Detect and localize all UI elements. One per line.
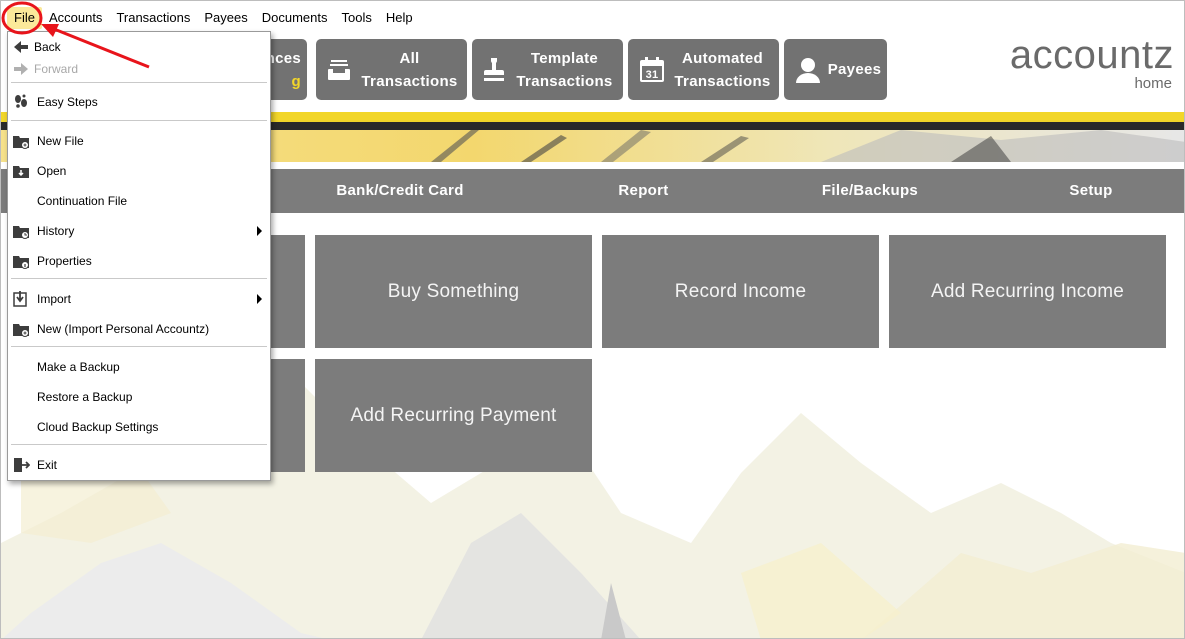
menu-tools[interactable]: Tools	[335, 7, 379, 29]
menu-separator	[11, 278, 267, 279]
menu-item-exit[interactable]: Exit	[8, 453, 270, 477]
arrow-right-icon	[14, 63, 28, 75]
stamp-icon	[484, 57, 504, 81]
menu-item-continuation-file[interactable]: Continuation File	[8, 189, 270, 213]
menu-separator	[11, 82, 267, 83]
import-icon	[13, 291, 27, 307]
menu-item-easy-steps-label: Easy Steps	[37, 95, 98, 109]
menu-item-properties-label: Properties	[37, 254, 92, 268]
arrow-left-icon	[14, 41, 28, 53]
nav-button-payees-label: Payees	[827, 61, 882, 78]
menu-item-make-backup[interactable]: Make a Backup	[8, 355, 270, 379]
menu-item-new-import-label: New (Import Personal Accountz)	[37, 322, 210, 336]
menu-separator	[11, 120, 267, 121]
menu-item-new-file[interactable]: New File	[8, 129, 270, 153]
menu-item-history[interactable]: History	[8, 219, 270, 243]
tab-bank-credit-card[interactable]: Bank/Credit Card	[301, 169, 499, 213]
folder-new-icon	[13, 136, 29, 149]
menu-item-make-backup-label: Make a Backup	[37, 360, 120, 374]
folder-history-icon	[13, 226, 29, 239]
menu-item-new-file-label: New File	[37, 134, 84, 148]
menu-payees[interactable]: Payees	[197, 7, 254, 29]
menu-item-forward[interactable]: Forward	[8, 57, 270, 81]
calendar-icon: 31	[640, 56, 664, 82]
menu-bar: File Accounts Transactions Payees Docume…	[1, 1, 1184, 35]
menu-separator	[11, 346, 267, 347]
folder-new-icon	[13, 324, 29, 337]
menu-item-history-label: History	[37, 224, 75, 238]
menu-item-new-import[interactable]: New (Import Personal Accountz)	[8, 317, 270, 341]
menu-transactions[interactable]: Transactions	[109, 7, 197, 29]
logo-subtitle: home	[1134, 75, 1172, 92]
menu-item-open[interactable]: Open	[8, 159, 270, 183]
menu-item-import[interactable]: Import	[8, 287, 270, 311]
submenu-arrow-icon	[257, 294, 262, 304]
nav-button-template-label-2: Transactions	[516, 72, 613, 90]
menu-item-open-label: Open	[37, 164, 67, 178]
menu-item-easy-steps[interactable]: Easy Steps	[8, 90, 270, 114]
nav-button-all-label-1: All	[399, 49, 420, 67]
tab-file-backups[interactable]: File/Backups	[791, 169, 949, 213]
tab-report[interactable]: Report	[561, 169, 726, 213]
exit-door-icon	[14, 458, 30, 472]
menu-item-restore-backup[interactable]: Restore a Backup	[8, 385, 270, 409]
menu-documents[interactable]: Documents	[255, 7, 335, 29]
menu-item-back-label: Back	[34, 40, 61, 54]
tab-setup[interactable]: Setup	[1041, 169, 1141, 213]
app-logo: accountz home	[1010, 35, 1174, 93]
folder-open-icon	[13, 166, 29, 178]
nav-button-all-transactions[interactable]: All Transactions	[316, 39, 467, 100]
inbox-tray-icon	[328, 59, 350, 80]
nav-button-all-label-2: Transactions	[361, 72, 458, 90]
nav-button-automated-label-1: Automated	[681, 49, 764, 67]
menu-item-forward-label: Forward	[34, 62, 79, 76]
nav-button-payees[interactable]: Payees	[784, 39, 887, 100]
file-menu-dropdown: Back Forward Easy Steps New File Open Co…	[7, 31, 271, 481]
menu-item-properties[interactable]: Properties	[8, 249, 270, 273]
tile-add-recurring-income[interactable]: Add Recurring Income	[889, 235, 1166, 348]
menu-item-import-label: Import	[37, 292, 72, 306]
tile-add-recurring-payment[interactable]: Add Recurring Payment	[315, 359, 592, 472]
menu-separator	[11, 444, 267, 445]
menu-accounts[interactable]: Accounts	[42, 7, 109, 29]
footsteps-icon	[15, 94, 27, 108]
submenu-arrow-icon	[257, 226, 262, 236]
app-window: File Accounts Transactions Payees Docume…	[0, 0, 1185, 639]
nav-button-automated-label-2: Transactions	[674, 72, 771, 90]
calendar-day-label: 31	[646, 69, 659, 81]
menu-item-exit-label: Exit	[37, 458, 58, 472]
tile-record-income[interactable]: Record Income	[602, 235, 879, 348]
menu-item-cloud-backup-label: Cloud Backup Settings	[37, 420, 159, 434]
folder-info-icon	[13, 256, 29, 269]
menu-item-restore-backup-label: Restore a Backup	[37, 390, 133, 404]
menu-help[interactable]: Help	[379, 7, 420, 29]
person-icon	[796, 57, 820, 83]
menu-item-continuation-file-label: Continuation File	[37, 194, 128, 208]
menu-item-back[interactable]: Back	[8, 35, 270, 59]
nav-button-template-transactions[interactable]: Template Transactions	[472, 39, 623, 100]
nav-button-template-label-1: Template	[530, 49, 599, 67]
logo-wordmark: accountz	[1009, 33, 1174, 77]
nav-button-automated-transactions[interactable]: 31 Automated Transactions	[628, 39, 779, 100]
tile-buy-something[interactable]: Buy Something	[315, 235, 592, 348]
menu-item-cloud-backup[interactable]: Cloud Backup Settings	[8, 415, 270, 439]
menu-file[interactable]: File	[7, 7, 42, 29]
